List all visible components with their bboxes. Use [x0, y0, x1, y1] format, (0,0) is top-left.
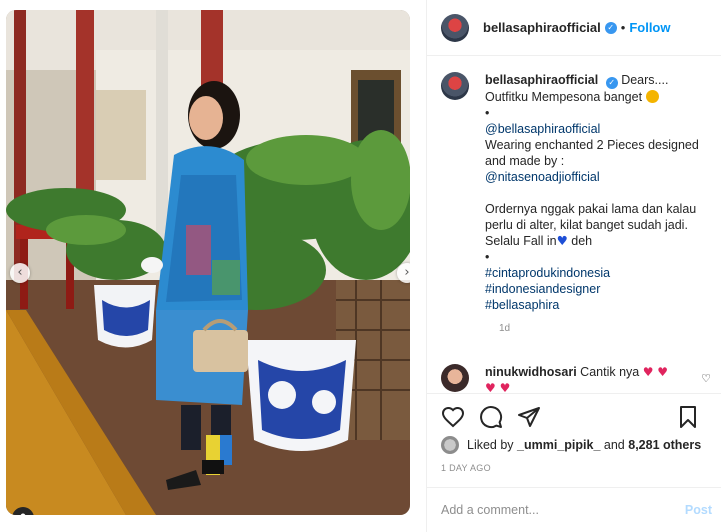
heart-eyes-emoji-icon	[645, 90, 659, 103]
verified-badge-icon: ✓	[604, 21, 617, 34]
caption-line: and made by :	[485, 154, 565, 168]
comment-input[interactable]	[441, 503, 671, 517]
post-sidebar: bellasaphiraofficial ✓ • Follow bellasap…	[426, 0, 721, 532]
likes-prefix: Liked by	[467, 438, 514, 452]
likes-middle: and	[603, 438, 625, 452]
post-comment-button[interactable]: Post	[685, 503, 712, 517]
comment-text: ninukwidhosari Cantik nya ♥ ♥ ♥ ♥	[485, 364, 685, 396]
hashtag-link[interactable]: #indonesiandesigner	[485, 281, 715, 297]
follow-button[interactable]: Follow	[629, 20, 670, 35]
action-bar	[427, 393, 721, 439]
avatar[interactable]	[441, 13, 469, 42]
bookmark-icon[interactable]	[676, 405, 700, 429]
caption: bellasaphiraofficial ✓ Dears.... Outfitk…	[427, 72, 721, 334]
caption-line: Dears....	[621, 73, 669, 87]
liker-username[interactable]: _ummi_pipik_	[517, 438, 600, 452]
comment-item: ninukwidhosari Cantik nya ♥ ♥ ♥ ♥ ♡	[441, 364, 711, 396]
caption-line: Wearing enchanted 2 Pieces designed	[485, 138, 699, 152]
commenter-avatar[interactable]	[441, 364, 469, 392]
verified-badge-icon: ✓	[605, 77, 618, 89]
post-photo[interactable]: ‹ ›	[6, 10, 410, 515]
liker-avatar[interactable]	[441, 436, 459, 454]
caption-time: 1d	[499, 323, 511, 334]
post-header: bellasaphiraofficial ✓ • Follow	[427, 0, 721, 56]
post-date: 1 DAY AGO	[441, 463, 491, 473]
likes-count[interactable]: 8,281 others	[628, 438, 701, 452]
caption-bullet: •	[485, 106, 490, 120]
comment-heart-icon[interactable]: ♡	[701, 372, 711, 385]
hashtag-link[interactable]: #bellasaphira	[485, 297, 715, 313]
caption-text: bellasaphiraofficial ✓ Dears.... Outfitk…	[485, 72, 715, 313]
comment-icon[interactable]	[479, 405, 503, 429]
caption-bullet: •	[485, 250, 490, 264]
blue-heart-emoji-icon: ♥	[556, 233, 568, 248]
separator: •	[620, 20, 626, 35]
commenter-username[interactable]: ninukwidhosari	[485, 365, 577, 379]
header-username[interactable]: bellasaphiraofficial	[483, 20, 601, 35]
comment-body: Cantik nya	[580, 365, 640, 379]
caption-avatar[interactable]	[441, 72, 469, 100]
caption-line: deh	[567, 234, 593, 248]
caption-line: Selalu Fall in	[485, 234, 557, 248]
caption-username[interactable]: bellasaphiraofficial	[485, 73, 598, 87]
chevron-left-icon[interactable]: ‹	[10, 263, 30, 283]
chevron-right-icon[interactable]: ›	[397, 263, 410, 283]
mention-link[interactable]: @bellasaphiraofficial	[485, 121, 715, 137]
mention-link[interactable]: @nitasenoadjiofficial	[485, 169, 715, 185]
likes-summary: Liked by _ummi_pipik_ and 8,281 others	[441, 436, 701, 454]
caption-line: Ordernya nggak pakai lama dan kalau	[485, 202, 697, 216]
heart-icon[interactable]	[441, 405, 465, 429]
caption-line: Outfitku Mempesona banget	[485, 90, 643, 104]
share-icon[interactable]	[517, 405, 541, 429]
broken-heart-emoji-icon: ♥ ♥	[642, 365, 669, 379]
post-image	[6, 10, 410, 515]
comment-form: Post	[427, 487, 721, 532]
caption-line: perlu di alter, kilat banget sudah jadi.	[485, 218, 688, 232]
hashtag-link[interactable]: #cintaprodukindonesia	[485, 265, 715, 281]
